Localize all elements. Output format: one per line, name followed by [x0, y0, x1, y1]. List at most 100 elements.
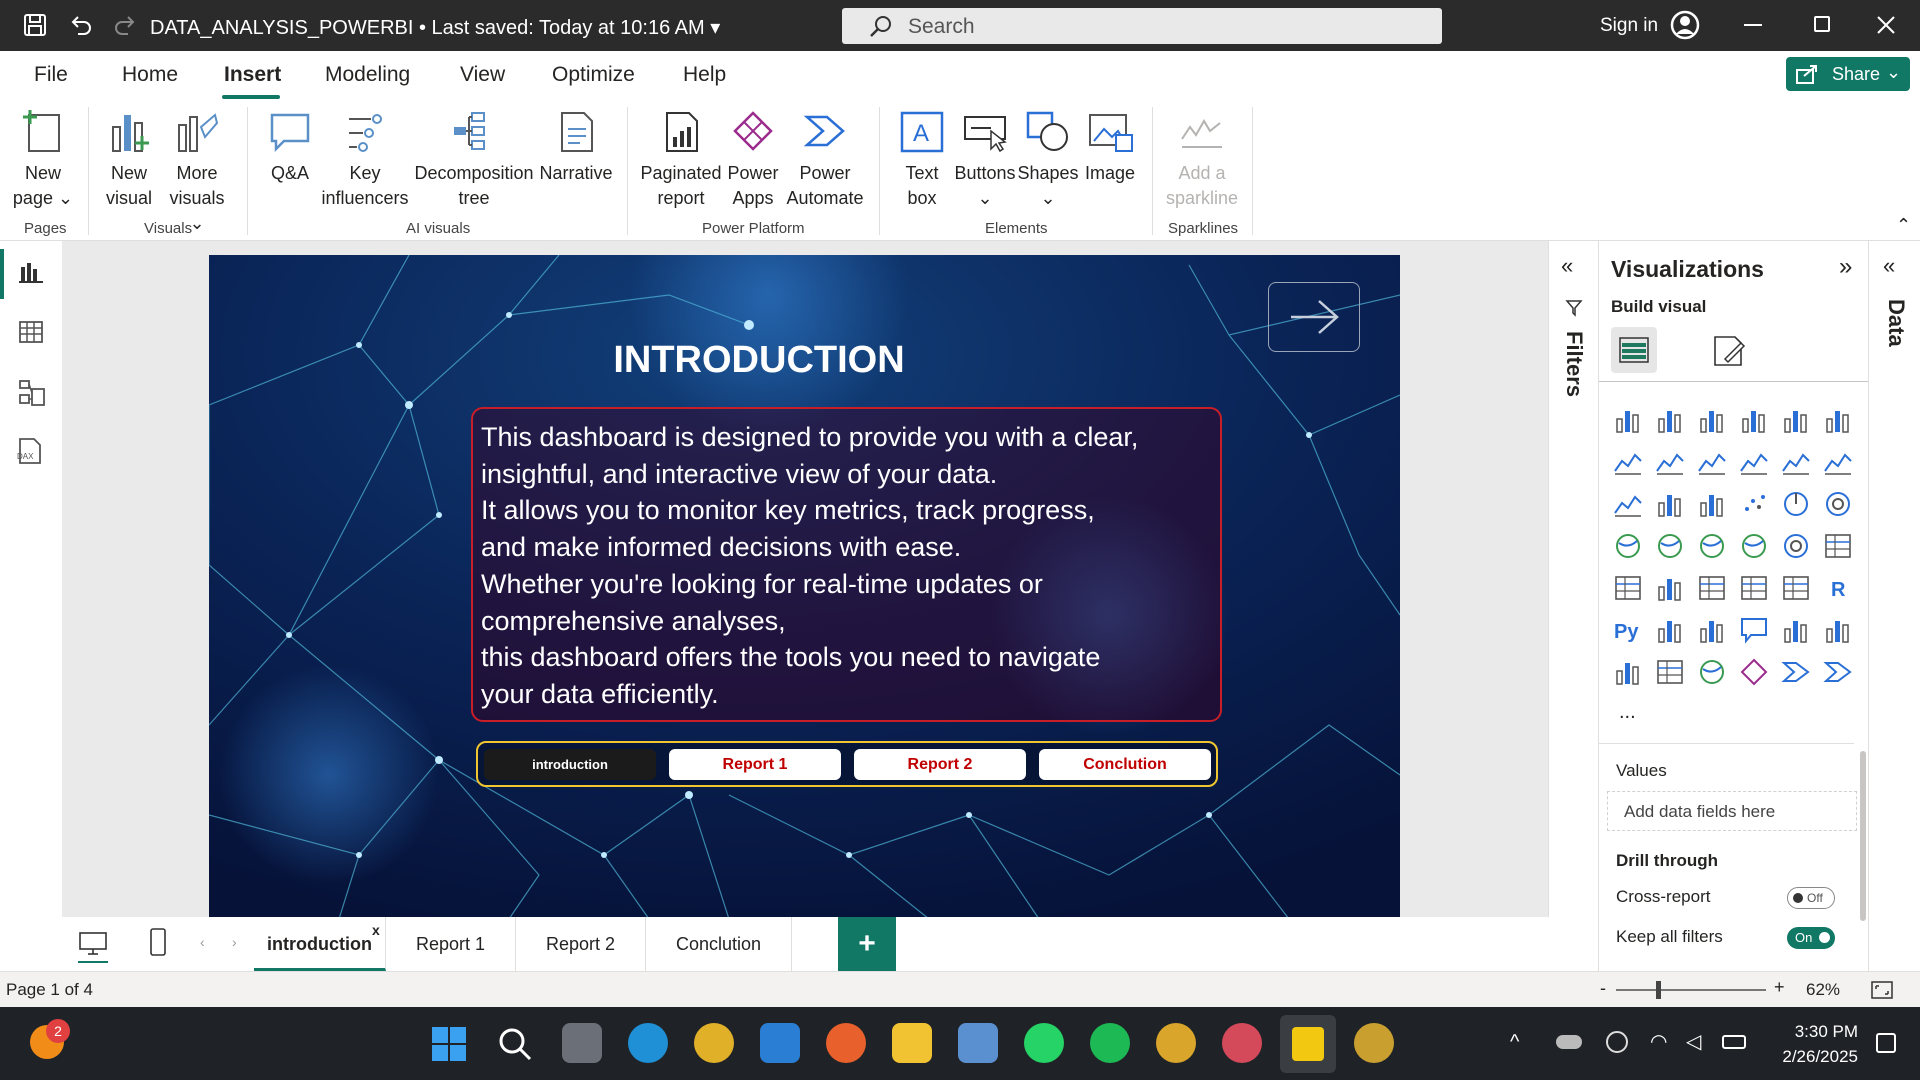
text-box-button[interactable]: A Text box — [890, 109, 954, 211]
menu-file[interactable]: File — [34, 63, 68, 87]
edge-browser-icon[interactable] — [628, 1023, 668, 1063]
gauge-icon[interactable] — [1781, 531, 1811, 561]
table-icon[interactable] — [1739, 573, 1769, 603]
chrome-profile-3-icon[interactable] — [1354, 1023, 1394, 1063]
line-chart-icon[interactable] — [1613, 447, 1643, 477]
scatter-chart-icon[interactable] — [1739, 489, 1769, 519]
slicer-icon[interactable] — [1697, 573, 1727, 603]
menu-home[interactable]: Home — [122, 63, 178, 87]
card-new-icon[interactable] — [1655, 657, 1685, 687]
desktop-layout-icon[interactable] — [78, 931, 108, 957]
map-icon[interactable] — [1655, 531, 1685, 561]
paginated-report-icon[interactable] — [1613, 657, 1643, 687]
stacked-column-chart-icon[interactable] — [1655, 405, 1685, 435]
image-button[interactable]: Image — [1078, 109, 1142, 186]
treemap-icon[interactable] — [1613, 531, 1643, 561]
key-influencers-button[interactable]: Key influencers — [318, 109, 412, 211]
firefox-icon[interactable] — [826, 1023, 866, 1063]
kpi-icon[interactable] — [1655, 573, 1685, 603]
power-automate-icon[interactable] — [1781, 657, 1811, 687]
search-input[interactable]: Search — [842, 8, 1442, 44]
zoom-slider-thumb[interactable] — [1656, 981, 1661, 999]
dax-query-view-icon[interactable]: DAX — [14, 437, 46, 467]
scroll-left-icon[interactable]: ‹ — [200, 934, 205, 950]
pie-chart-icon[interactable] — [1781, 489, 1811, 519]
sync-icon[interactable] — [1606, 1031, 1628, 1053]
more-visuals-button[interactable]: More visuals ⌄ — [166, 109, 228, 236]
python-visual-icon[interactable]: Py — [1613, 615, 1643, 645]
nav-button-introduction[interactable]: introduction — [484, 749, 656, 780]
undo-icon[interactable] — [68, 12, 94, 38]
funnel-chart-icon[interactable] — [1697, 489, 1727, 519]
mobile-layout-icon[interactable] — [148, 927, 168, 957]
power-bi-active-app[interactable] — [1280, 1015, 1336, 1073]
paginated-report-button[interactable]: Paginated report — [636, 109, 726, 211]
search-icon[interactable] — [496, 1025, 534, 1063]
new-page-button[interactable]: New page ⌄ — [10, 109, 76, 211]
nav-button-report-2[interactable]: Report 2 — [854, 749, 1026, 780]
menu-optimize[interactable]: Optimize — [552, 63, 635, 87]
whatsapp-icon[interactable] — [1024, 1023, 1064, 1063]
line-and-clustered-column-chart-icon[interactable] — [1823, 447, 1853, 477]
tab-report-2[interactable]: Report 2 — [516, 917, 646, 971]
buttons-button[interactable]: Buttons ⌄ — [952, 109, 1018, 211]
100-stacked-bar-chart-icon[interactable] — [1781, 405, 1811, 435]
waterfall-chart-icon[interactable] — [1655, 489, 1685, 519]
clustered-column-chart-icon[interactable] — [1739, 405, 1769, 435]
values-drop-zone[interactable]: Add data fields here — [1607, 791, 1857, 831]
stacked-bar-chart-icon[interactable] — [1613, 405, 1643, 435]
multi-row-card-icon[interactable] — [1613, 573, 1643, 603]
table-view-icon[interactable] — [18, 319, 44, 345]
model-view-icon[interactable] — [18, 379, 46, 407]
r-visual-icon[interactable]: R — [1823, 573, 1853, 603]
menu-modeling[interactable]: Modeling — [325, 63, 410, 87]
expand-data-icon[interactable]: « — [1883, 253, 1895, 279]
azure-map-icon[interactable] — [1739, 531, 1769, 561]
smart-narrative-icon[interactable] — [1823, 657, 1853, 687]
zoom-out-button[interactable]: - — [1600, 978, 1606, 999]
add-sparkline-button[interactable]: Add a sparkline — [1162, 109, 1242, 211]
power-apps-icon[interactable] — [1739, 657, 1769, 687]
100-stacked-column-chart-icon[interactable] — [1823, 405, 1853, 435]
decomposition-tree-icon[interactable] — [1697, 615, 1727, 645]
notifications-icon[interactable] — [1876, 1033, 1896, 1053]
azure-map-alt-icon[interactable] — [1697, 657, 1727, 687]
100-stacked-area-chart-icon[interactable] — [1739, 447, 1769, 477]
close-tab-icon[interactable]: x — [372, 903, 380, 957]
qa-button[interactable]: Q&A — [260, 109, 320, 186]
minimize-button[interactable] — [1744, 24, 1762, 26]
show-hidden-icons[interactable]: ^ — [1510, 1031, 1519, 1054]
onedrive-icon[interactable] — [1556, 1035, 1582, 1049]
matrix-icon[interactable] — [1781, 573, 1811, 603]
tab-introduction[interactable]: introduction x — [254, 917, 386, 971]
clock-date[interactable]: 2/26/2025 — [1768, 1047, 1858, 1067]
decomposition-tree-button[interactable]: Decomposition tree — [412, 109, 536, 211]
zoom-in-button[interactable]: + — [1774, 977, 1785, 998]
qa-icon[interactable] — [1739, 615, 1769, 645]
volume-icon[interactable]: ◁ — [1686, 1029, 1701, 1054]
more-visuals-ellipsis[interactable]: ... — [1619, 701, 1636, 724]
nav-button-conclution[interactable]: Conclution — [1039, 749, 1211, 780]
restore-button[interactable] — [1814, 16, 1830, 32]
windows-start-icon[interactable] — [430, 1025, 468, 1063]
data-pane[interactable]: « Data — [1868, 241, 1920, 971]
account-icon[interactable] — [1670, 10, 1700, 40]
donut-chart-icon[interactable] — [1823, 489, 1853, 519]
zoom-slider[interactable] — [1616, 989, 1766, 991]
pane-scrollbar[interactable] — [1860, 751, 1866, 921]
format-visual-icon[interactable] — [1711, 333, 1747, 369]
stacked-area-chart-icon[interactable] — [1697, 447, 1727, 477]
wifi-icon[interactable]: ◠ — [1650, 1029, 1667, 1054]
cross-report-toggle[interactable]: Off — [1787, 887, 1835, 909]
key-influencers-icon[interactable] — [1655, 615, 1685, 645]
tab-conclution[interactable]: Conclution — [646, 917, 792, 971]
power-apps-button[interactable]: Power Apps — [724, 109, 782, 211]
report-page[interactable]: INTRODUCTION This dashboard is designed … — [209, 255, 1400, 919]
report-view-icon[interactable] — [18, 259, 44, 285]
spotify-icon[interactable] — [1090, 1023, 1130, 1063]
ribbon-chart-icon[interactable] — [1613, 489, 1643, 519]
filters-pane[interactable]: « Filters — [1548, 241, 1598, 917]
scroll-right-icon[interactable]: › — [232, 934, 237, 950]
battery-icon[interactable] — [1722, 1035, 1746, 1049]
chrome-profile-m-icon[interactable] — [1222, 1023, 1262, 1063]
